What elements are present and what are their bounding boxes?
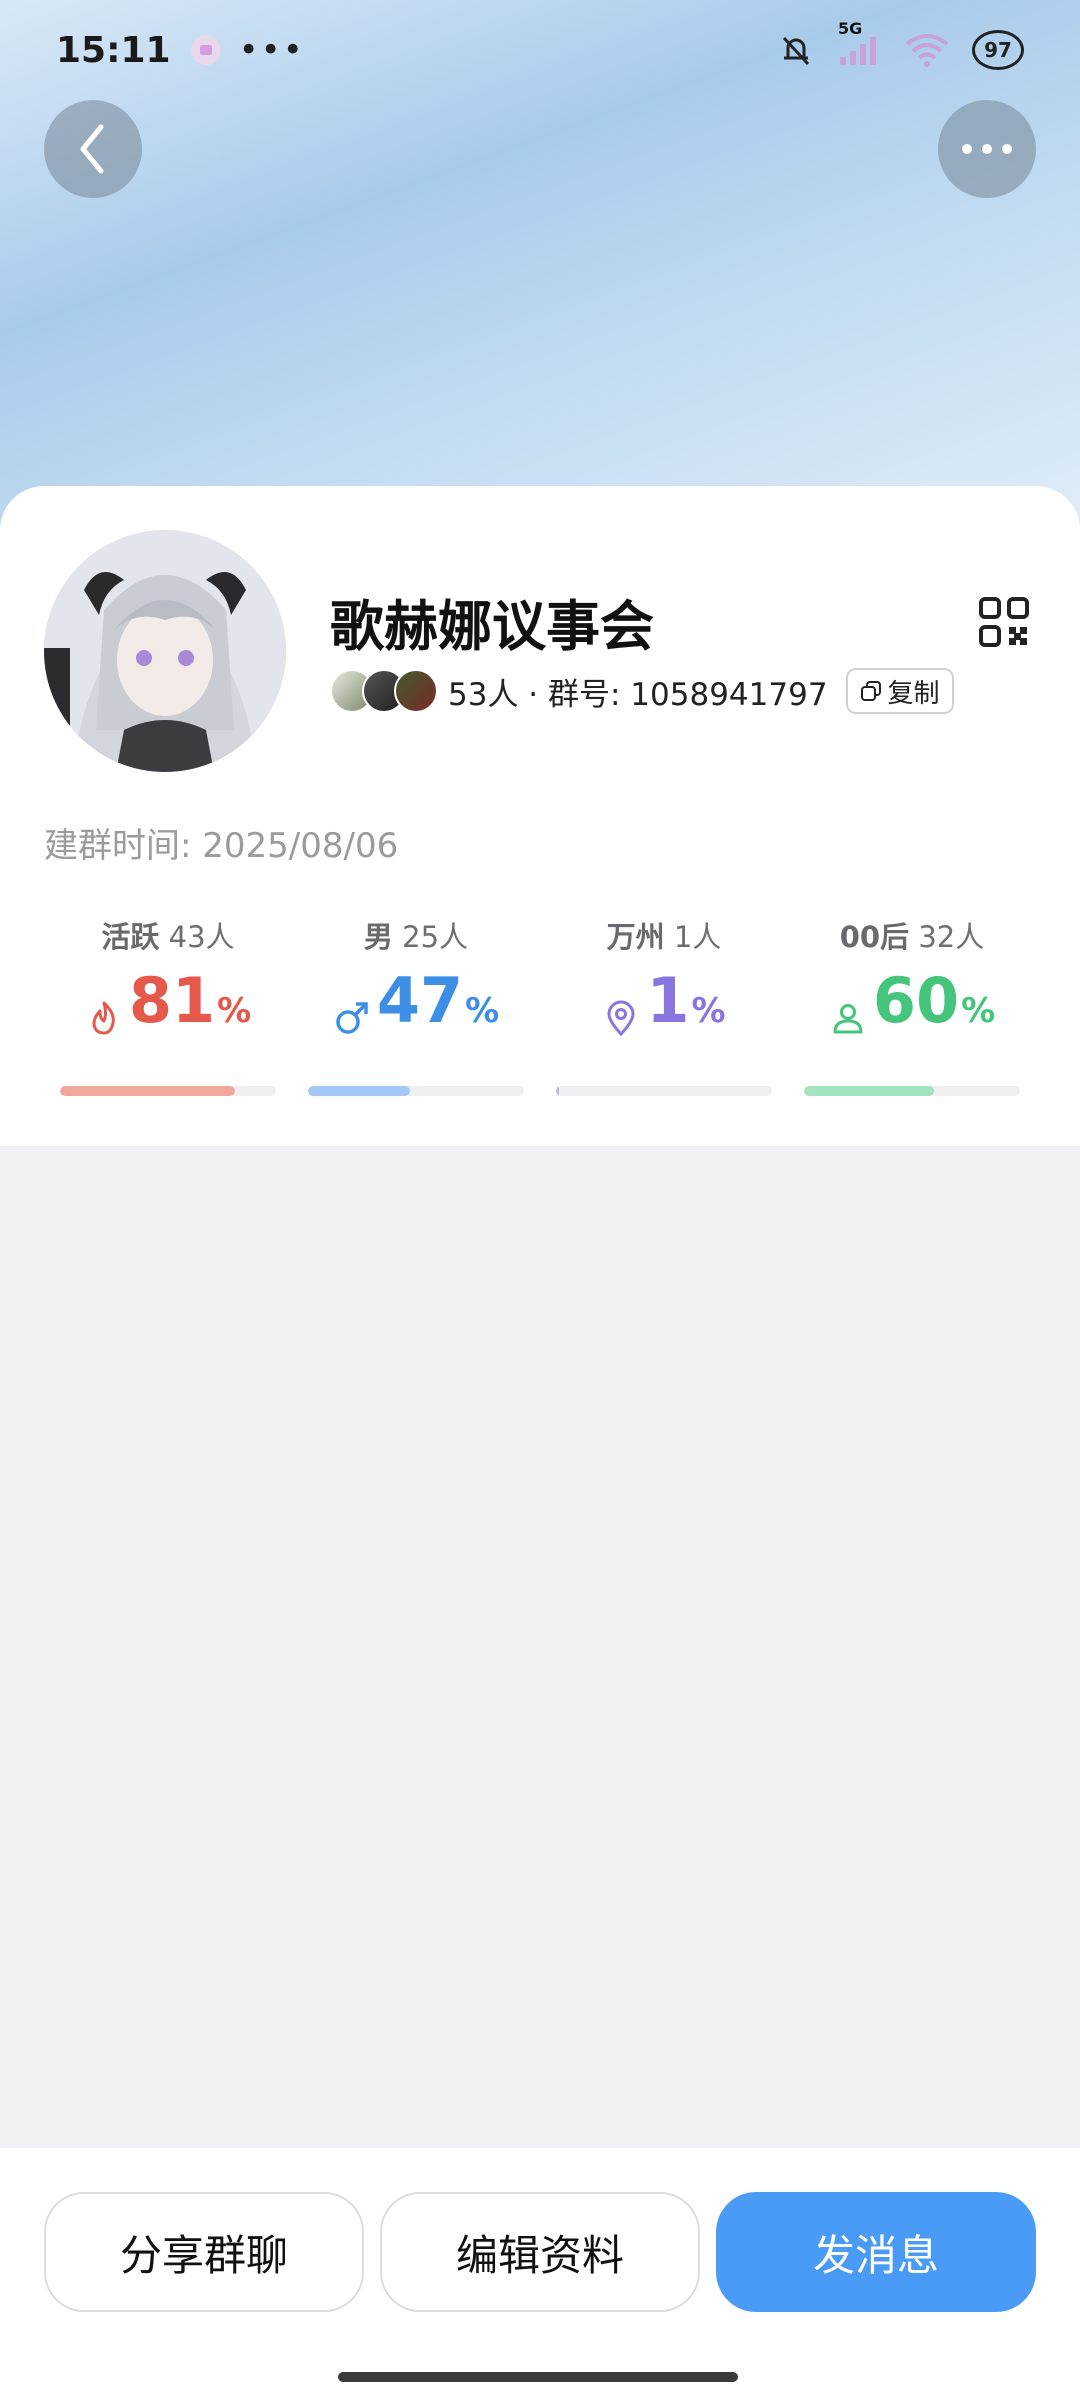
stat-label: 活跃 [101, 920, 160, 954]
copy-label: 复制 [887, 678, 940, 709]
stat-bar-fill [804, 1086, 934, 1096]
home-indicator[interactable] [338, 2372, 738, 2382]
location-icon [607, 1000, 635, 1037]
stat-unit: % [217, 991, 252, 1031]
network-type: 5G [838, 19, 863, 38]
stat-unit: % [961, 991, 996, 1031]
stat-count: 1人 [673, 920, 722, 954]
battery-indicator: 97 [972, 30, 1024, 70]
group-name: 歌赫娜议事会 [330, 595, 654, 658]
status-bar: 15:11 ••• 5G 97 [0, 0, 1080, 100]
stat-unit: % [465, 991, 500, 1031]
qr-code-icon[interactable] [978, 596, 1030, 648]
send-message-label: 发消息 [812, 2230, 939, 2280]
send-message-button[interactable]: 发消息 [716, 2192, 1036, 2312]
stat-value: 1 [646, 964, 690, 1037]
signal-icon [840, 37, 876, 65]
member-count-and-id: 53人 · 群号: 1058941797 [448, 676, 828, 713]
battery-level: 97 [984, 38, 1012, 62]
stat-label: 男 [363, 920, 393, 954]
more-dots-icon [962, 144, 1012, 154]
stat-bar [308, 1086, 524, 1096]
chevron-left-icon [80, 124, 104, 174]
stat-bar-fill [308, 1086, 410, 1096]
share-group-button[interactable]: 分享群聊 [44, 2192, 364, 2312]
stat-count: 43人 [168, 920, 235, 954]
stat-bar-fill [60, 1086, 235, 1096]
group-avatar[interactable] [44, 530, 286, 772]
status-time: 15:11 [56, 29, 171, 71]
screen-record-icon [190, 35, 221, 65]
member-avatar [394, 669, 438, 713]
stat-label: 00后 [839, 920, 910, 954]
group-meta-row: 53人 · 群号: 1058941797 复制 [330, 666, 954, 716]
stat-bar [556, 1086, 772, 1096]
group-stats: 活跃 43人 81 % 男 25人 47 % 万州 1人 1 % 00后 32人… [44, 914, 1036, 1096]
mute-bell-icon [782, 36, 810, 66]
stat-location[interactable]: 万州 1人 1 % [540, 914, 788, 1096]
fire-icon [92, 1001, 115, 1035]
stat-value: 81 [128, 964, 216, 1037]
stat-count: 25人 [402, 920, 469, 954]
male-icon [336, 1002, 368, 1034]
stat-count: 32人 [918, 920, 985, 954]
stat-label: 万州 [606, 920, 665, 954]
member-avatars[interactable] [330, 669, 438, 713]
copy-icon [860, 681, 881, 701]
more-notifications-icon: ••• [238, 30, 305, 70]
stat-age[interactable]: 00后 32人 60 % [788, 914, 1036, 1096]
stat-bar [804, 1086, 1020, 1096]
back-button[interactable] [44, 100, 142, 198]
group-created-date: 建群时间: 2025/08/06 [44, 826, 399, 866]
copy-id-button[interactable]: 复制 [845, 668, 954, 714]
stat-bar [60, 1086, 276, 1096]
edit-profile-label: 编辑资料 [455, 2230, 624, 2280]
stat-male[interactable]: 男 25人 47 % [292, 914, 540, 1096]
stat-value: 60 [872, 964, 960, 1037]
stat-bar-fill [556, 1086, 559, 1096]
person-icon [833, 1004, 863, 1034]
stat-active[interactable]: 活跃 43人 81 % [44, 914, 292, 1096]
stat-unit: % [691, 991, 726, 1031]
wifi-icon [905, 34, 949, 67]
stat-value: 47 [376, 964, 464, 1037]
more-options-button[interactable] [938, 100, 1036, 198]
group-avatar-image [44, 530, 286, 772]
share-group-label: 分享群聊 [119, 2230, 288, 2280]
edit-profile-button[interactable]: 编辑资料 [380, 2192, 700, 2312]
